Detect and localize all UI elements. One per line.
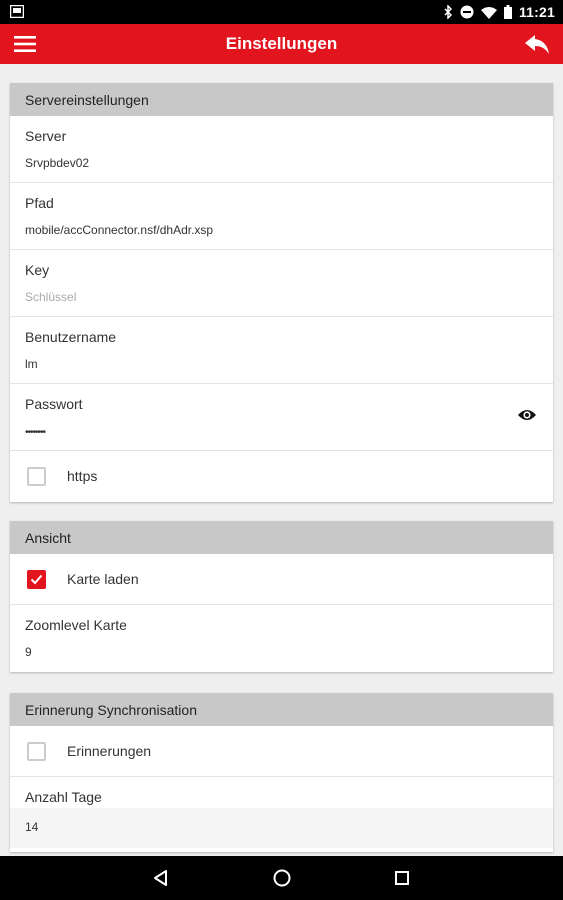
checkmark-icon bbox=[30, 574, 43, 585]
recents-square-icon[interactable] bbox=[392, 868, 412, 888]
home-circle-icon[interactable] bbox=[272, 868, 292, 888]
field-label: Zoomlevel Karte bbox=[25, 617, 127, 633]
reminders-checkbox[interactable] bbox=[27, 742, 46, 761]
username-field[interactable]: Benutzername lm bbox=[10, 317, 553, 384]
days-count-field[interactable]: Anzahl Tage 14 bbox=[10, 777, 553, 852]
bluetooth-icon bbox=[444, 5, 453, 19]
server-field[interactable]: Server Srvpbdev02 bbox=[10, 116, 553, 183]
checkbox-label: https bbox=[67, 468, 98, 484]
checkbox-label: Karte laden bbox=[67, 571, 139, 587]
field-label: Benutzername bbox=[25, 329, 117, 345]
field-label: Passwort bbox=[25, 396, 83, 412]
section-header-sync: Erinnerung Synchronisation bbox=[10, 693, 553, 726]
key-input[interactable] bbox=[25, 290, 495, 304]
password-input[interactable]: •••••••• bbox=[25, 427, 495, 438]
zoom-level-field[interactable]: Zoomlevel Karte 9 bbox=[10, 605, 553, 672]
path-field[interactable]: Pfad mobile/accConnector.nsf/dhAdr.xsp bbox=[10, 183, 553, 250]
reminders-checkbox-row[interactable]: Erinnerungen bbox=[10, 726, 553, 777]
view-settings-card: Ansicht Karte laden Zoomlevel Karte 9 bbox=[10, 521, 553, 672]
key-field[interactable]: Key bbox=[10, 250, 553, 317]
server-settings-card: Servereinstellungen Server Srvpbdev02 Pf… bbox=[10, 83, 553, 502]
page-title: Einstellungen bbox=[225, 34, 338, 53]
notification-icon bbox=[10, 5, 24, 18]
battery-icon bbox=[503, 5, 512, 19]
eye-icon[interactable] bbox=[517, 408, 537, 422]
clock: 11:21 bbox=[518, 4, 555, 20]
field-label: Anzahl Tage bbox=[25, 789, 102, 805]
username-input[interactable]: lm bbox=[25, 357, 495, 371]
load-map-checkbox-row[interactable]: Karte laden bbox=[10, 554, 553, 605]
reply-back-icon[interactable] bbox=[524, 33, 550, 55]
navigation-bar bbox=[0, 856, 563, 900]
days-count-input[interactable]: 14 bbox=[25, 820, 495, 834]
field-label: Key bbox=[25, 262, 50, 278]
sync-reminder-card: Erinnerung Synchronisation Erinnerungen … bbox=[10, 693, 553, 852]
path-input[interactable]: mobile/accConnector.nsf/dhAdr.xsp bbox=[25, 223, 495, 237]
settings-content[interactable]: Servereinstellungen Server Srvpbdev02 Pf… bbox=[0, 64, 563, 856]
section-header-server: Servereinstellungen bbox=[10, 83, 553, 116]
load-map-checkbox[interactable] bbox=[27, 570, 46, 589]
https-checkbox-row[interactable]: https bbox=[10, 451, 553, 502]
app-bar: Einstellungen bbox=[0, 24, 563, 64]
https-checkbox[interactable] bbox=[27, 467, 46, 486]
checkbox-label: Erinnerungen bbox=[67, 743, 152, 759]
password-field[interactable]: Passwort •••••••• bbox=[10, 384, 553, 451]
back-triangle-icon[interactable] bbox=[151, 868, 171, 888]
zoom-level-input[interactable]: 9 bbox=[25, 645, 495, 659]
wifi-icon bbox=[480, 6, 497, 19]
server-input[interactable]: Srvpbdev02 bbox=[25, 156, 495, 170]
status-bar: 11:21 bbox=[0, 0, 563, 24]
field-label: Pfad bbox=[25, 195, 54, 211]
section-header-view: Ansicht bbox=[10, 521, 553, 554]
field-label: Server bbox=[25, 128, 67, 144]
do-not-disturb-icon bbox=[460, 5, 474, 19]
